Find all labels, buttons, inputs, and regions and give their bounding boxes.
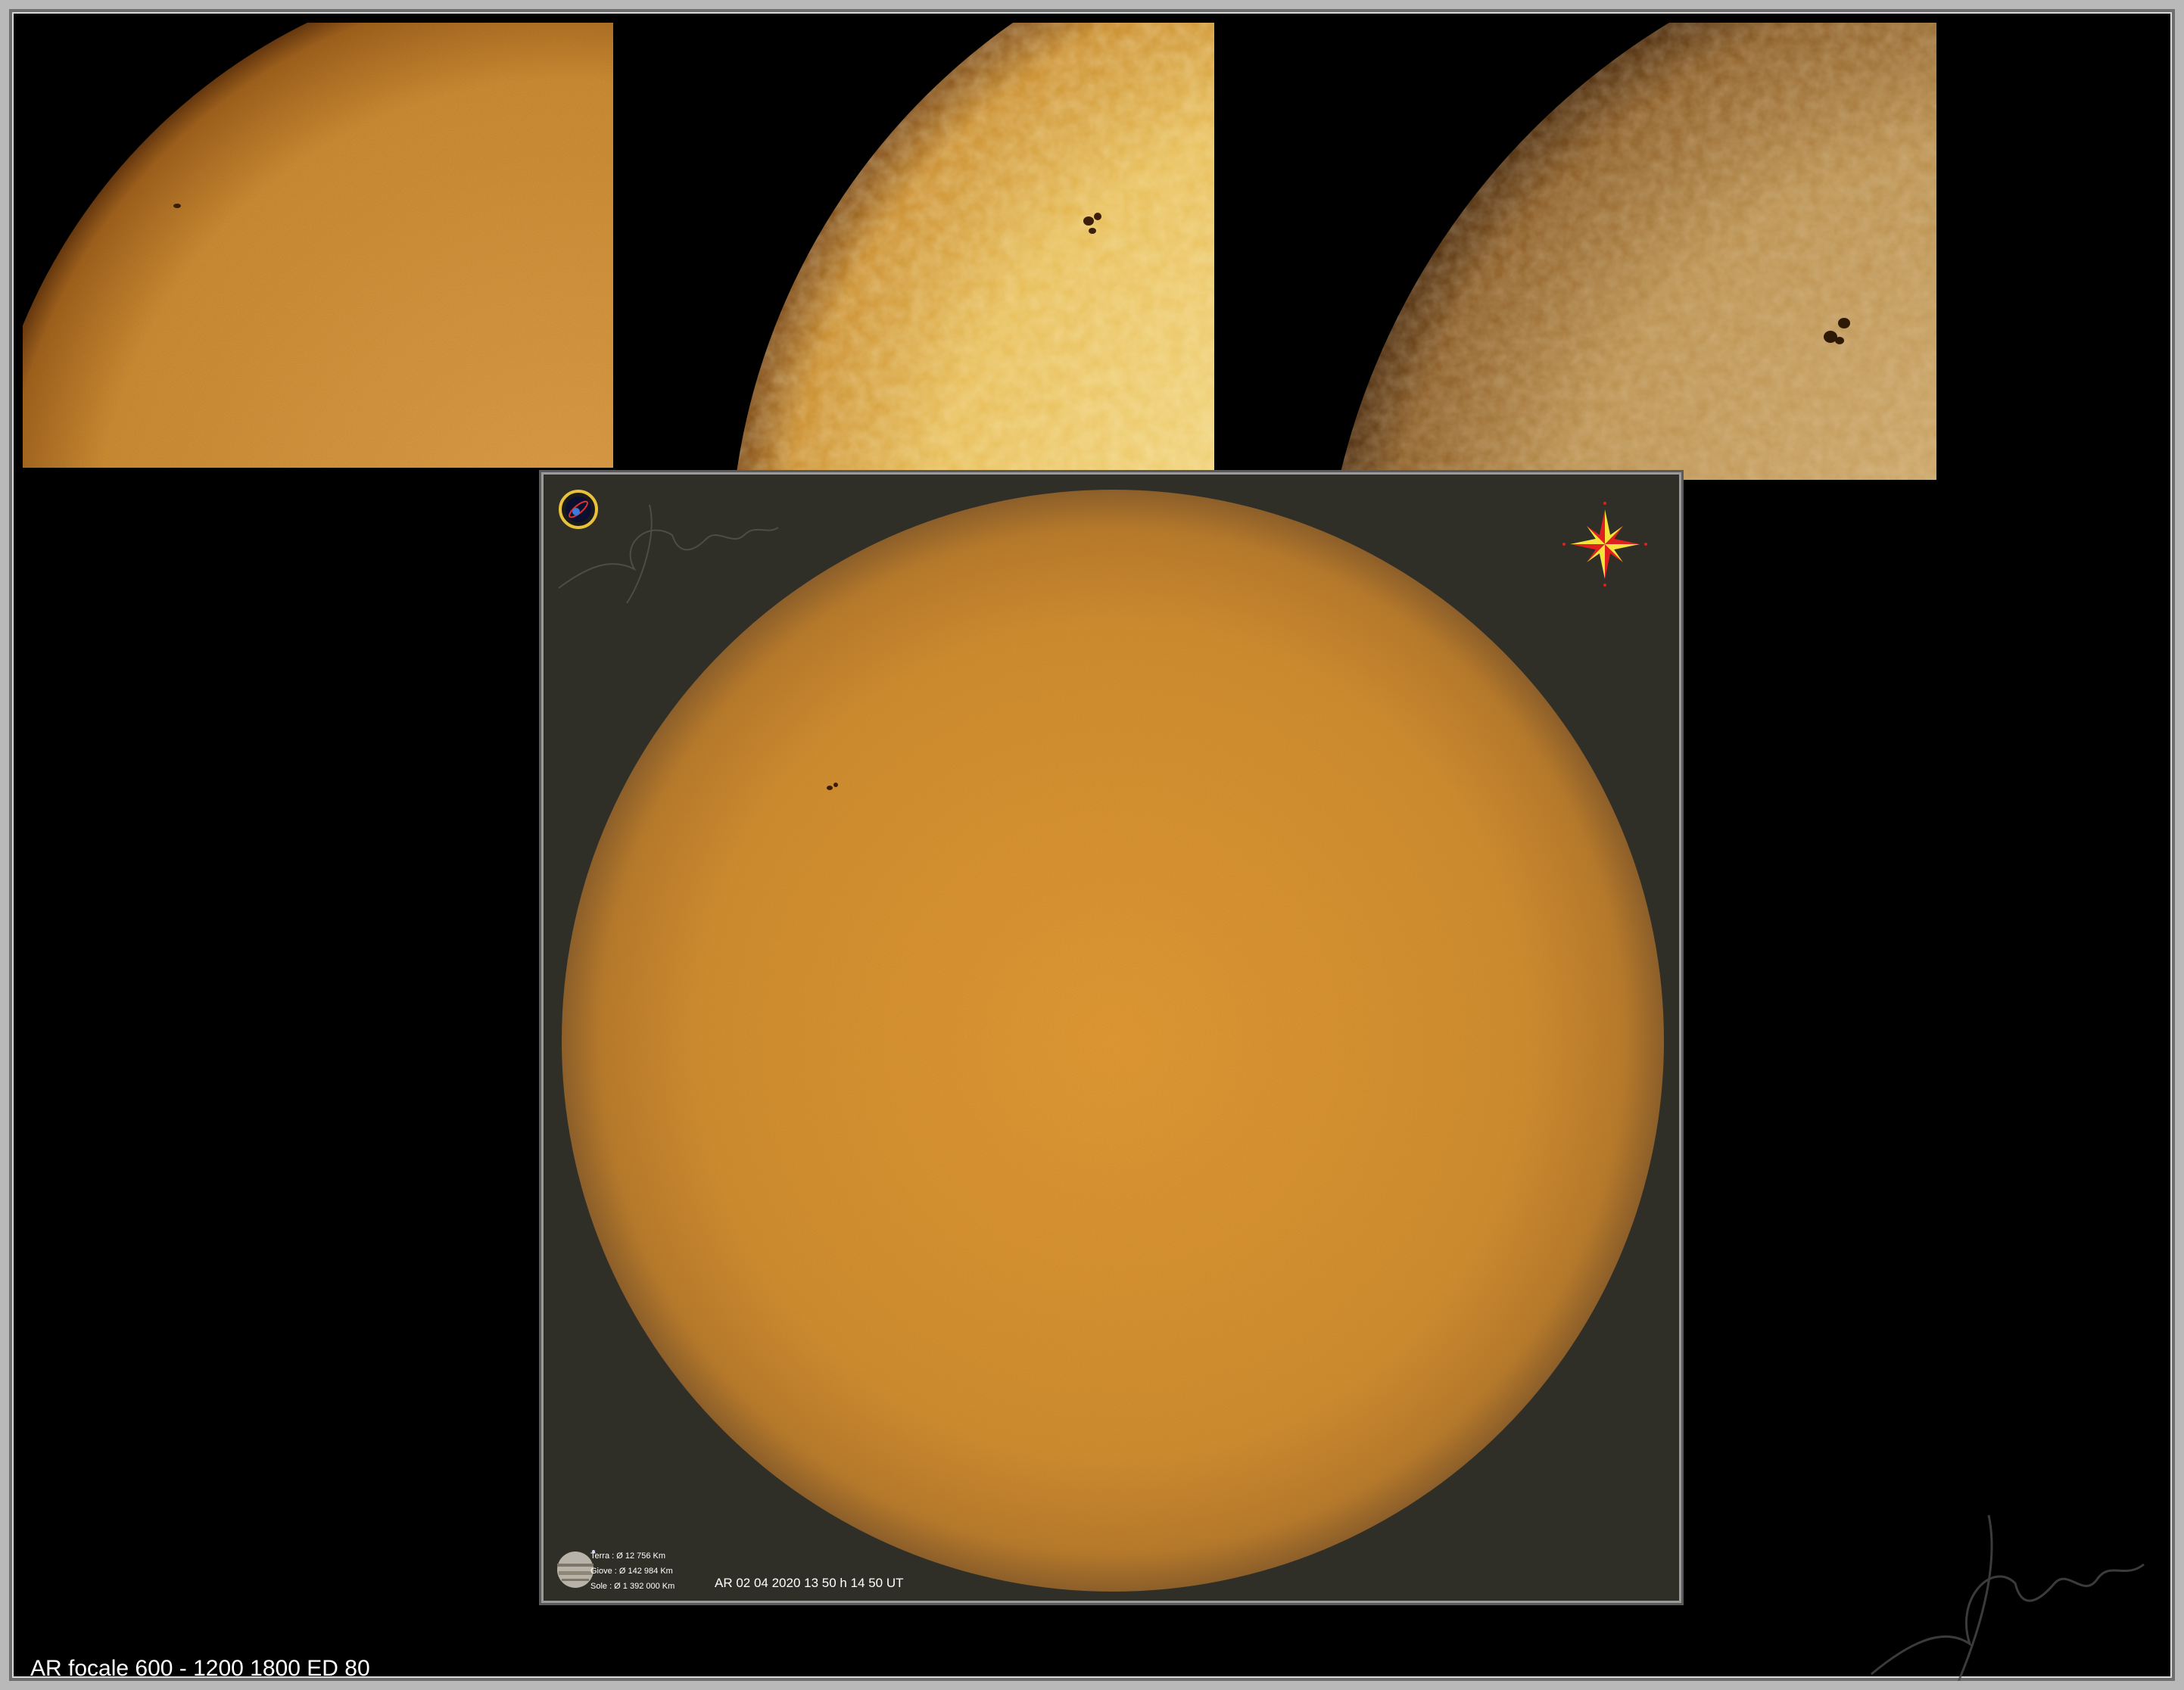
image-frame: Terra : Ø 12 756 Km Giove : Ø 142 984 Km… [0, 0, 2184, 1690]
jupiter-icon [557, 1550, 595, 1588]
earth-scale-label: Terra : Ø 12 756 Km [590, 1552, 666, 1561]
sun-closeup-yellow [730, 23, 1214, 472]
full-sun-disk [557, 490, 1664, 1592]
sun-disk-icon [730, 23, 1214, 472]
signature-watermark [1871, 1514, 2145, 1681]
signature-watermark [558, 504, 779, 604]
main-sun-image: Terra : Ø 12 756 Km Giove : Ø 142 984 Km… [544, 475, 1679, 1601]
sun-closeup-orange [23, 23, 613, 468]
sunspot [173, 204, 181, 208]
sun-disk-icon [23, 23, 613, 468]
sun-disk-icon [1305, 23, 1936, 480]
sun-scale-label: Sole : Ø 1 392 000 Km [590, 1582, 675, 1591]
sun-closeup-tan [1305, 23, 1936, 480]
compass-rose-icon [1562, 502, 1647, 587]
jupiter-scale-label: Giove : Ø 142 984 Km [590, 1567, 673, 1576]
footer-caption: AR focale 600 - 1200 1800 ED 80 [30, 1656, 370, 1681]
capture-caption: AR 02 04 2020 13 50 h 14 50 UT [715, 1576, 904, 1590]
